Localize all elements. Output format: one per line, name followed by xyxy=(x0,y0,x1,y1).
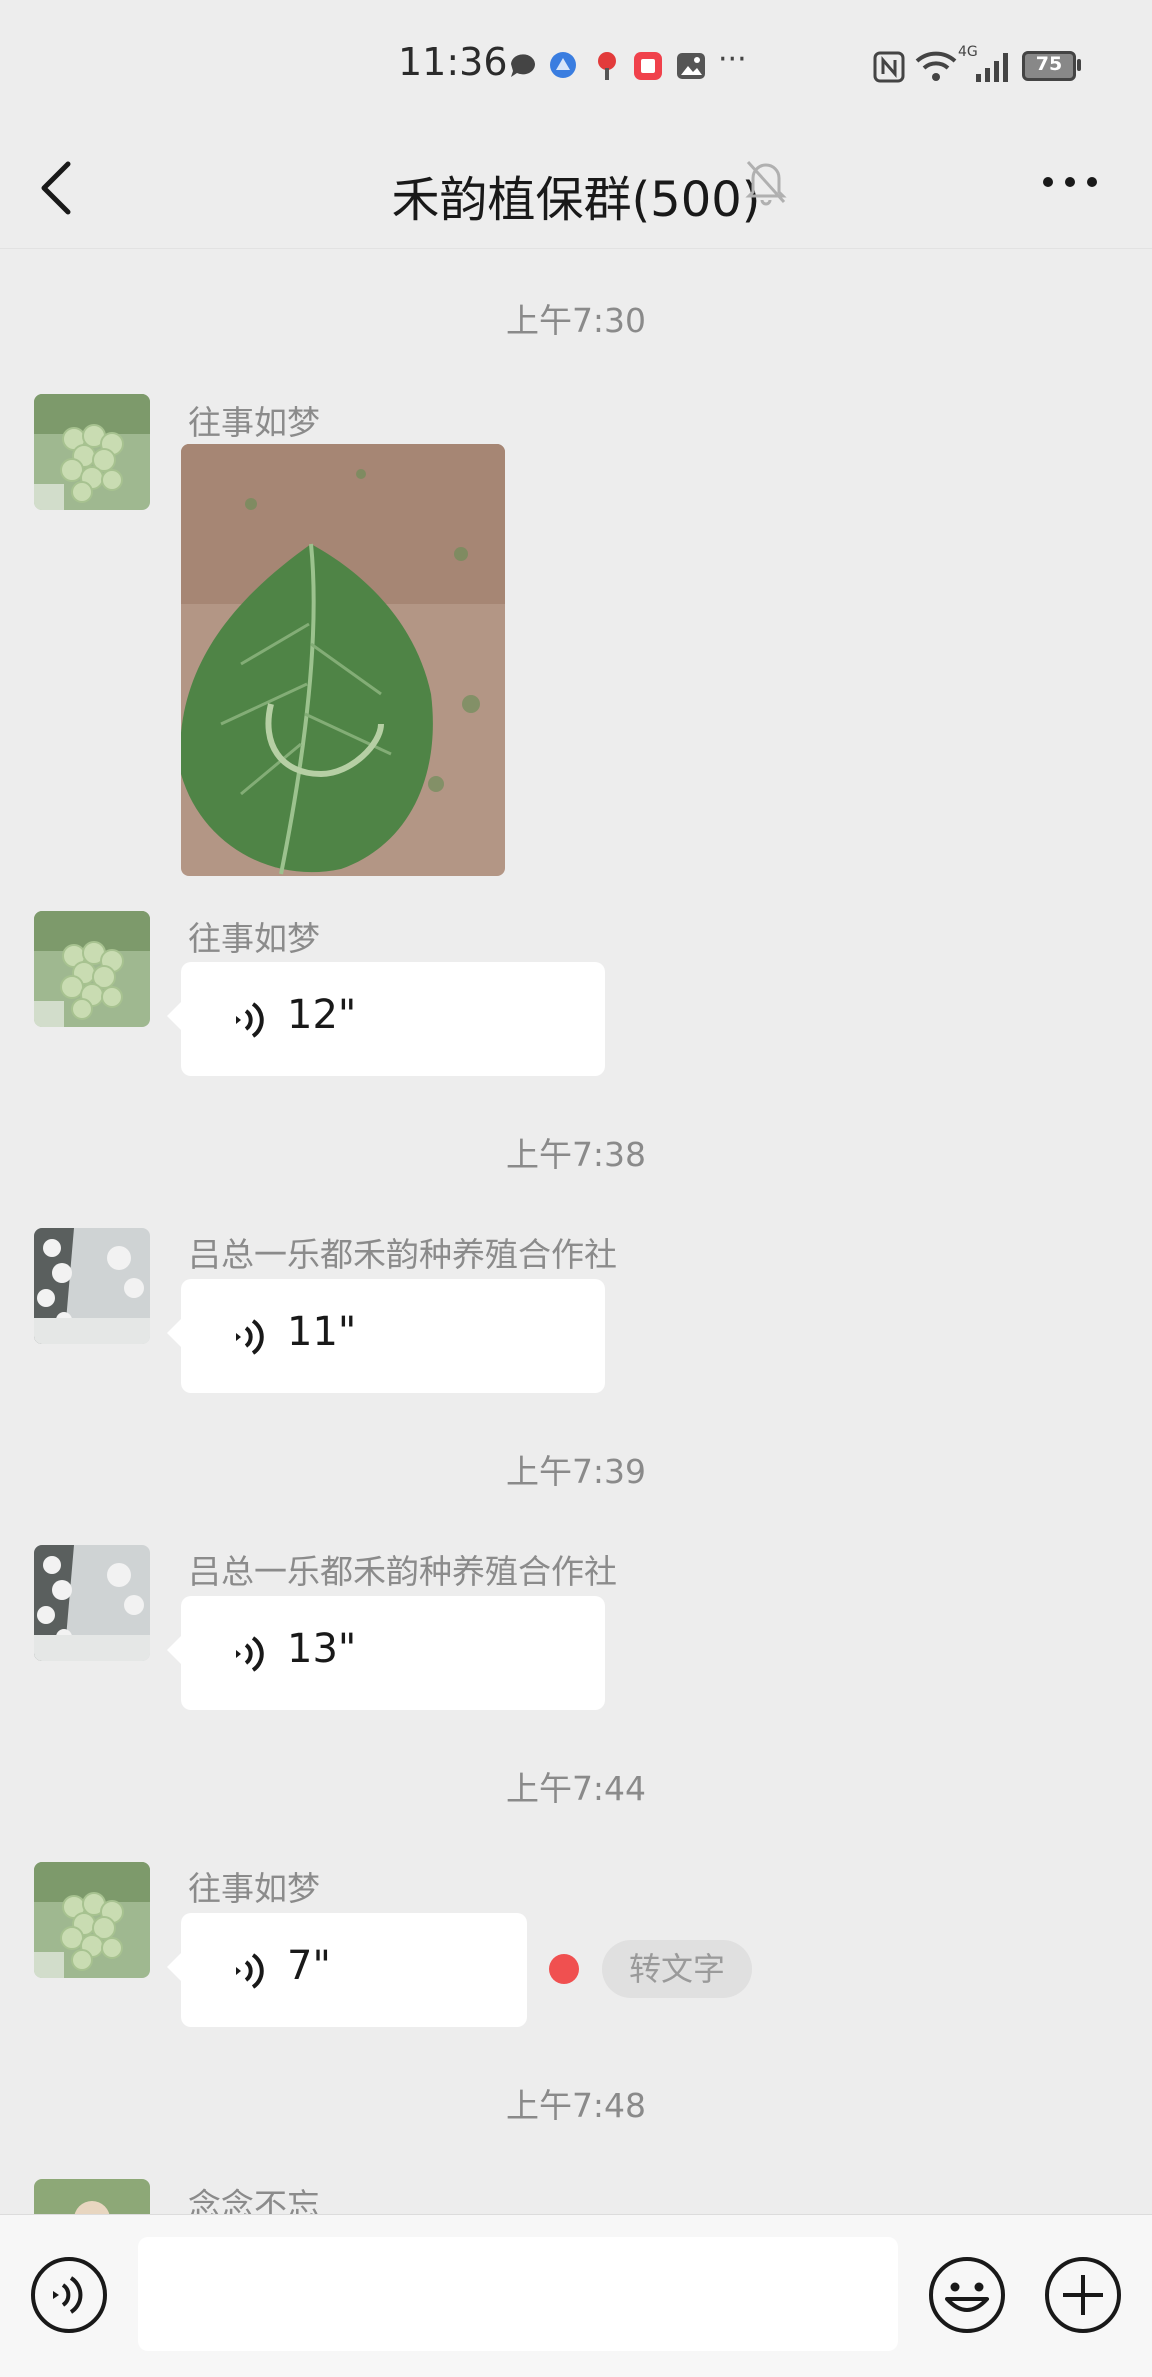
battery-level: 75 xyxy=(1035,53,1063,75)
status-more: ··· xyxy=(718,42,747,77)
voice-duration: 7" xyxy=(287,1943,331,1989)
unread-dot xyxy=(549,1954,579,1984)
sender-name: 吕总一乐都禾韵种养殖合作社 xyxy=(188,1235,617,1274)
timestamp: 上午7:48 xyxy=(505,2086,647,2125)
voice-message[interactable]: 11" xyxy=(167,1279,605,1393)
avatar[interactable] xyxy=(34,2179,150,2214)
emoji-icon[interactable] xyxy=(927,2255,1007,2335)
more-icon[interactable] xyxy=(1040,170,1100,194)
status-time: 11:36 xyxy=(398,40,508,84)
sender-name: 往事如梦 xyxy=(188,919,320,958)
chat-header: 禾韵植保群(500) xyxy=(0,130,1152,249)
voice-message[interactable]: 7" xyxy=(167,1913,527,2027)
avatar[interactable] xyxy=(34,394,150,510)
wifi-icon xyxy=(915,51,957,81)
voice-message[interactable]: 12" xyxy=(167,962,605,1076)
transcribe-button[interactable]: 转文字 xyxy=(602,1940,752,1998)
sender-name: 吕总一乐都禾韵种养殖合作社 xyxy=(188,1552,617,1591)
sender-name: 往事如梦 xyxy=(188,1869,320,1908)
red-app-icon xyxy=(634,52,662,80)
chat-bubble-icon xyxy=(511,54,535,77)
avatar[interactable] xyxy=(34,1545,150,1661)
timestamp: 上午7:39 xyxy=(505,1452,647,1491)
voice-duration: 13" xyxy=(287,1626,357,1672)
gallery-icon xyxy=(677,53,705,79)
voice-input-icon[interactable] xyxy=(29,2255,109,2335)
image-message[interactable] xyxy=(181,444,505,876)
input-bar xyxy=(0,2214,1152,2377)
sender-name: 念念不忘 xyxy=(188,2186,320,2214)
nfc-icon xyxy=(873,51,905,83)
map-pin-icon xyxy=(598,52,616,80)
voice-wave-icon xyxy=(236,1636,264,1672)
voice-message[interactable]: 13" xyxy=(167,1596,605,1710)
plus-icon[interactable] xyxy=(1043,2255,1123,2335)
mute-bell-icon xyxy=(745,160,787,206)
sender-name: 往事如梦 xyxy=(188,403,320,442)
voice-duration: 11" xyxy=(287,1309,357,1355)
chat-title: 禾韵植保群(500) xyxy=(391,172,761,228)
voice-duration: 12" xyxy=(287,992,357,1038)
signal-icon xyxy=(976,53,1008,82)
timestamp: 上午7:30 xyxy=(505,301,647,340)
voice-wave-icon xyxy=(236,1002,264,1038)
message-list[interactable]: 上午7:30 往事如梦 往事如梦 12" 上午7:38 吕总一乐都禾韵种养殖合作… xyxy=(0,248,1152,2214)
voice-wave-icon xyxy=(236,1953,264,1989)
avatar[interactable] xyxy=(34,1228,150,1344)
timestamp: 上午7:44 xyxy=(505,1769,647,1808)
message-input[interactable] xyxy=(138,2237,898,2351)
timestamp: 上午7:38 xyxy=(505,1135,647,1174)
browser-icon xyxy=(550,52,576,78)
battery-icon: 75 xyxy=(1022,51,1081,81)
status-bar: 11:36 ··· 4G 75 xyxy=(0,0,1152,130)
avatar[interactable] xyxy=(34,1862,150,1978)
avatar[interactable] xyxy=(34,911,150,1027)
voice-wave-icon xyxy=(236,1319,264,1355)
